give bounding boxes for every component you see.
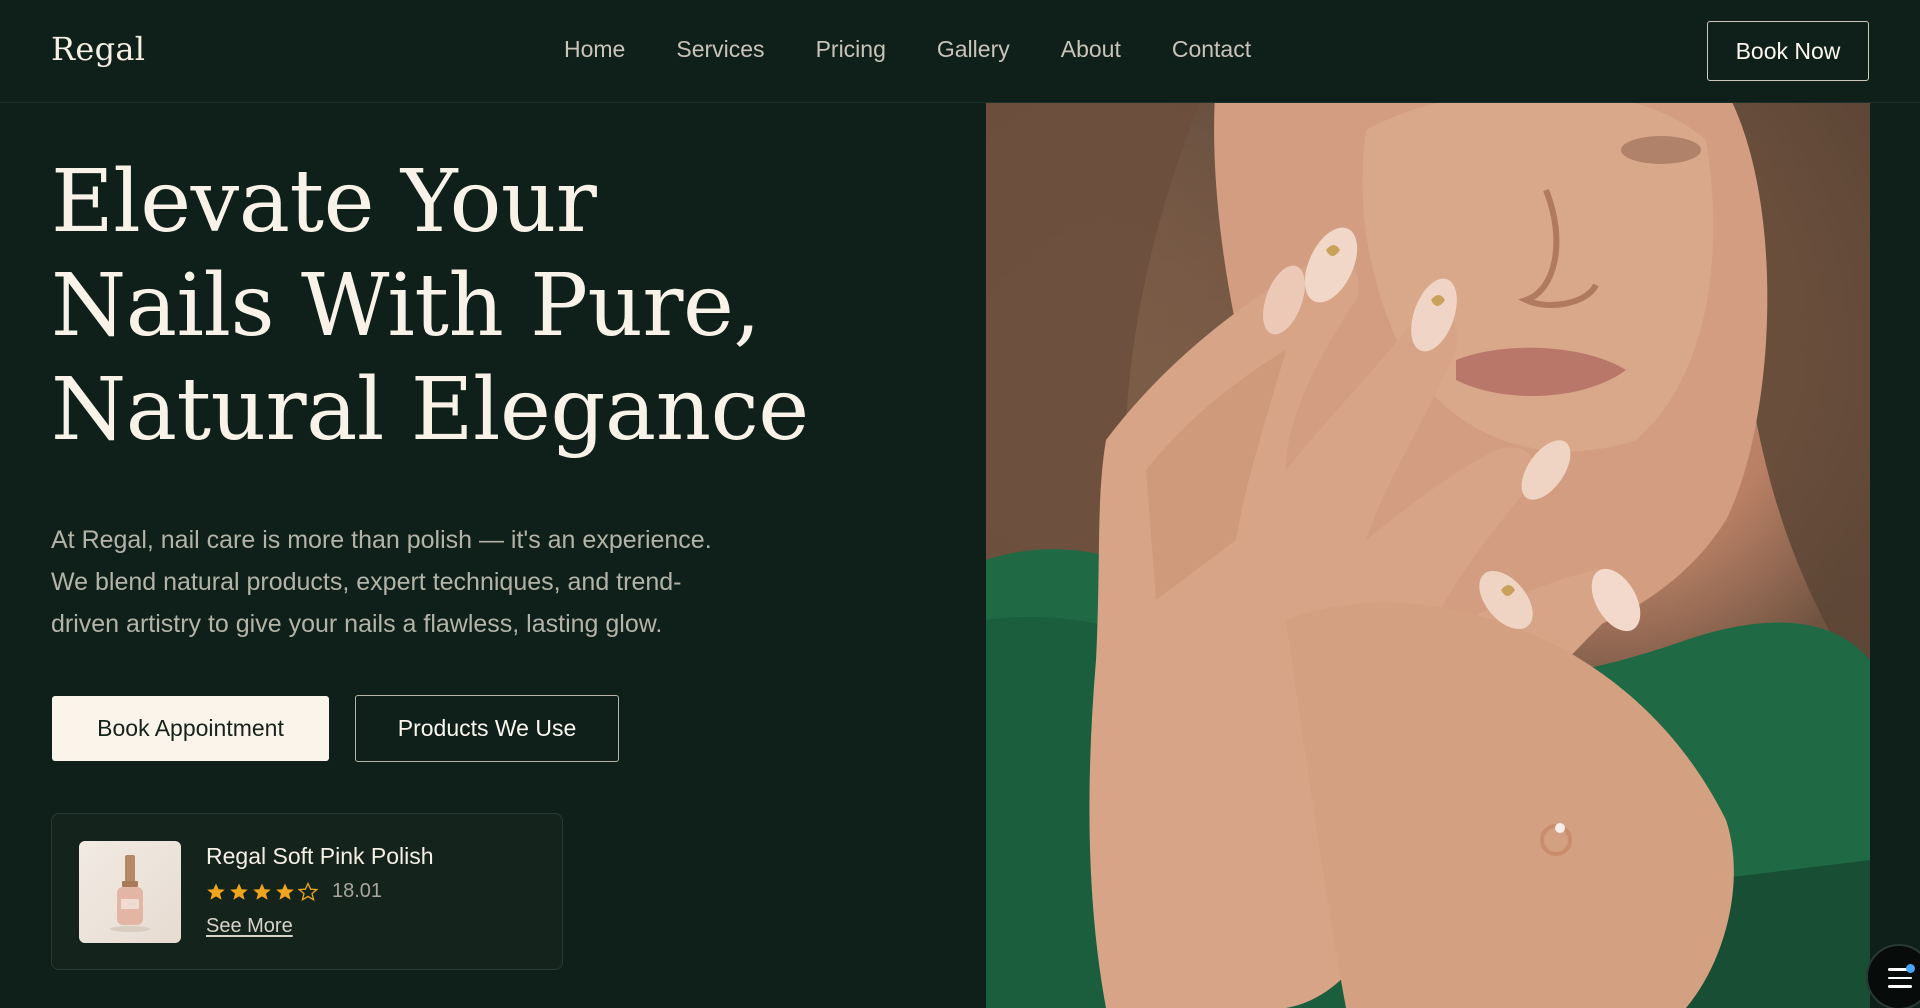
notification-dot xyxy=(1906,964,1915,973)
menu-fab-button[interactable] xyxy=(1866,944,1920,1008)
hero-title-line-3: Natural Elegance xyxy=(51,360,809,460)
hero-title-line-1: Elevate Your xyxy=(51,152,597,252)
hero-title: Elevate Your Nails With Pure, Natural El… xyxy=(51,150,811,462)
nav-link-contact[interactable]: Contact xyxy=(1172,36,1251,63)
product-image[interactable] xyxy=(79,841,181,943)
products-we-use-button[interactable]: Products We Use xyxy=(355,695,619,762)
hero-description-line-1: At Regal, nail care is more than polish … xyxy=(51,526,712,554)
hero-image xyxy=(986,0,1870,1008)
hero-description: At Regal, nail care is more than polish … xyxy=(51,519,791,645)
main-nav: Home Services Pricing Gallery About Cont… xyxy=(564,36,1251,63)
nav-link-pricing[interactable]: Pricing xyxy=(816,36,886,63)
star-filled-icon xyxy=(230,883,248,900)
star-filled-icon xyxy=(253,883,271,900)
hero-title-line-2: Nails With Pure, xyxy=(51,256,761,356)
page: Regal Home Services Pricing Gallery Abou… xyxy=(0,0,1920,1008)
logo[interactable]: Regal xyxy=(51,30,145,68)
star-filled-icon xyxy=(276,883,294,900)
rating-value: 18.01 xyxy=(332,880,383,902)
nav-link-home[interactable]: Home xyxy=(564,36,625,63)
hero-description-line-3: driven artistry to give your nails a fla… xyxy=(51,610,663,638)
book-now-button[interactable]: Book Now xyxy=(1707,21,1869,81)
product-name: Regal Soft Pink Polish xyxy=(206,843,434,869)
nav-link-gallery[interactable]: Gallery xyxy=(937,36,1010,63)
product-card[interactable]: Regal Soft Pink Polish 18.01 See More xyxy=(51,813,563,970)
see-more-link[interactable]: See More xyxy=(206,915,293,938)
book-appointment-button[interactable]: Book Appointment xyxy=(52,696,329,761)
site-header: Regal Home Services Pricing Gallery Abou… xyxy=(0,0,1920,103)
rating-stars xyxy=(206,881,321,902)
hero-photo-illustration xyxy=(986,0,1870,1008)
right-edge-strip xyxy=(1870,0,1920,1008)
product-rating: 18.01 xyxy=(206,880,382,903)
star-filled-icon xyxy=(207,883,225,900)
nav-link-about[interactable]: About xyxy=(1061,36,1121,63)
nail-polish-bottle-icon xyxy=(110,855,150,932)
hero-description-line-2: We blend natural products, expert techni… xyxy=(51,568,682,596)
star-empty-icon xyxy=(298,881,318,901)
nav-link-services[interactable]: Services xyxy=(676,36,764,63)
